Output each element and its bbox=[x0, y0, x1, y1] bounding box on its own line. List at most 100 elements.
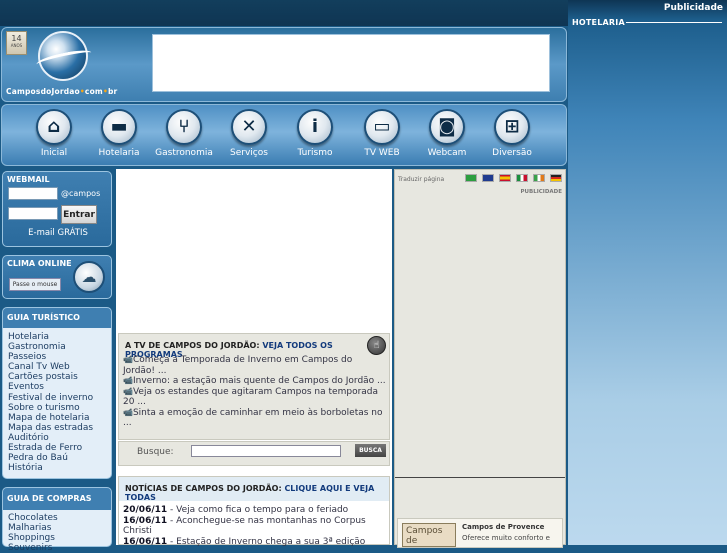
weather-hover-button[interactable]: Passe o mouse bbox=[9, 278, 61, 291]
list-item[interactable]: Mapa de hotelaria bbox=[8, 413, 93, 423]
list-item[interactable]: Canal Tv Web bbox=[8, 362, 93, 372]
weather-box: CLIMA ONLINE Passe o mouse ☁ bbox=[2, 255, 112, 299]
list-item[interactable]: Mapa das estradas bbox=[8, 423, 93, 433]
search-button[interactable]: BUSCA bbox=[355, 444, 386, 457]
translate-label: Traduzir página bbox=[398, 176, 445, 183]
list-item[interactable]: Passeios bbox=[8, 352, 93, 362]
tv-program-list: 📹Começa a Temporada de Inverno em Campos… bbox=[123, 355, 387, 429]
nav-label: Hotelaria bbox=[98, 148, 140, 158]
anniversary-badge: 14 ANOS bbox=[6, 31, 27, 55]
flag-spain-icon[interactable] bbox=[499, 174, 511, 182]
news-heading: NOTÍCIAS DE CAMPOS DO JORDÃO: CLIQUE AQU… bbox=[119, 477, 389, 502]
badge-text: ANOS bbox=[10, 43, 23, 48]
webmail-title: WEBMAIL bbox=[7, 175, 50, 184]
news-text: - Veja como fica o tempo para o feriado bbox=[170, 505, 349, 515]
tv-programs-box: A TV DE CAMPOS DO JORDÃO: VEJA TODOS OS … bbox=[118, 333, 390, 440]
nav-label: Diversão bbox=[492, 148, 532, 158]
list-item[interactable]: Eventos bbox=[8, 382, 93, 392]
tv-item-text: Começa a Temporada de Inverno em Campos … bbox=[123, 355, 353, 376]
webmail-login-button[interactable]: Entrar bbox=[61, 205, 97, 224]
flag-brazil-icon[interactable] bbox=[465, 174, 477, 182]
nav-webcam[interactable]: ◙ Webcam bbox=[415, 109, 479, 158]
nav-label: TV WEB bbox=[364, 148, 400, 158]
guia-turistico-title: GUIA TURÍSTICO bbox=[7, 313, 80, 322]
nav-diversao[interactable]: ⊞ Diversão bbox=[480, 109, 544, 158]
news-text: - Estação de Inverno chega a sua 3ª ediç… bbox=[170, 536, 366, 547]
video-camera-icon: 📹 bbox=[123, 355, 133, 364]
guia-turistico-box: GUIA TURÍSTICO Hotelaria Gastronomia Pas… bbox=[2, 307, 112, 479]
info-icon: i bbox=[297, 109, 333, 145]
list-item[interactable]: Malharias bbox=[8, 523, 58, 533]
gamepad-icon: ⊞ bbox=[494, 109, 530, 145]
nav-gastronomia[interactable]: ⑂ Gastronomia bbox=[152, 109, 216, 158]
flag-germany-icon[interactable] bbox=[550, 174, 562, 182]
nav-turismo[interactable]: i Turismo bbox=[283, 109, 347, 158]
nav-hotelaria[interactable]: ▬ Hotelaria bbox=[87, 109, 151, 158]
list-item[interactable]: 📹Sinta a emoção de caminhar em meio às b… bbox=[123, 408, 387, 429]
list-item[interactable]: Auditório bbox=[8, 433, 93, 443]
nav-inicial[interactable]: ⌂ Inicial bbox=[22, 109, 86, 158]
list-item[interactable]: 📹Inverno: a estação mais quente de Campo… bbox=[123, 376, 387, 387]
nav-label: Turismo bbox=[297, 148, 333, 158]
globe-logo-icon[interactable] bbox=[38, 31, 88, 81]
list-item[interactable]: Estrada de Ferro bbox=[8, 443, 93, 453]
tv-icon: ▭ bbox=[364, 109, 400, 145]
campos-de-provence-logo: Campos de Provence bbox=[402, 523, 456, 547]
bed-icon: ▬ bbox=[101, 109, 137, 145]
guia-turistico-list: Hotelaria Gastronomia Passeios Canal Tv … bbox=[8, 332, 93, 473]
list-item[interactable]: Shoppings bbox=[8, 533, 58, 543]
hotelaria-label[interactable]: HOTELARIA bbox=[572, 18, 625, 27]
header-banner[interactable] bbox=[152, 34, 550, 92]
tv-heading-text: A TV DE CAMPOS DO JORDÃO: bbox=[125, 341, 260, 350]
news-date: 16/06/11 bbox=[123, 515, 168, 526]
guia-compras-box: GUIA DE COMPRAS Chocolates Malharias Sho… bbox=[2, 487, 112, 553]
tv-item-text: Veja os estandes que agitaram Campos na … bbox=[123, 386, 379, 408]
nav-tv-web[interactable]: ▭ TV WEB bbox=[350, 109, 414, 158]
list-item[interactable]: 📹Começa a Temporada de Inverno em Campos… bbox=[123, 355, 387, 376]
flag-italy-icon[interactable] bbox=[516, 174, 528, 182]
list-item[interactable]: 16/06/11 - Estação de Inverno chega a su… bbox=[123, 537, 387, 548]
list-item[interactable]: Gastronomia bbox=[8, 342, 93, 352]
news-list: 20/06/11 - Veja como fica o tempo para o… bbox=[123, 505, 387, 547]
list-item[interactable]: Sobre o turismo bbox=[8, 403, 93, 413]
guia-compras-list: Chocolates Malharias Shoppings Souvenirs bbox=[8, 513, 58, 553]
hotel-ad-card[interactable]: Campos de Provence Campos de Provence Of… bbox=[397, 518, 563, 548]
list-item[interactable]: 16/06/11 - Aconchegue-se nas montanhas n… bbox=[123, 516, 387, 537]
search-input[interactable] bbox=[191, 445, 341, 457]
logo-text-a: CamposdoJordao bbox=[6, 87, 80, 96]
list-item[interactable]: 📹Veja os estandes que agitaram Campos na… bbox=[123, 387, 387, 408]
main-navigation: ⌂ Inicial ▬ Hotelaria ⑂ Gastronomia ✕ Serviç… bbox=[1, 104, 567, 166]
nav-label: Inicial bbox=[40, 148, 68, 158]
left-sidebar: WEBMAIL @campos Entrar E-mail GRÁTIS CLI… bbox=[0, 169, 114, 553]
list-item[interactable]: Cartões postais bbox=[8, 372, 93, 382]
nav-servicos[interactable]: ✕ Serviços bbox=[217, 109, 281, 158]
list-item[interactable]: Hotelaria bbox=[8, 332, 93, 342]
list-item[interactable]: Chocolates bbox=[8, 513, 58, 523]
cutlery-icon: ⑂ bbox=[166, 109, 202, 145]
divider bbox=[395, 477, 565, 478]
ad-title: Campos de Provence bbox=[462, 523, 545, 531]
video-camera-icon: 📹 bbox=[123, 407, 133, 417]
email-password-input[interactable] bbox=[8, 207, 58, 220]
list-item[interactable]: Pedra do Baú bbox=[8, 453, 93, 463]
news-date: 20/06/11 bbox=[123, 505, 168, 515]
advertising-sidebar: Publicidade HOTELARIA bbox=[568, 0, 727, 545]
hand-pointer-icon[interactable]: ☝ bbox=[367, 336, 386, 355]
list-item[interactable]: 20/06/11 - Veja como fica o tempo para o… bbox=[123, 505, 387, 516]
list-item[interactable]: Festival de inverno bbox=[8, 393, 93, 403]
weather-cloud-icon[interactable]: ☁ bbox=[73, 261, 105, 293]
ad-description: Oferece muito conforto e bbox=[462, 534, 550, 542]
divider bbox=[626, 22, 722, 23]
flag-ireland-icon[interactable] bbox=[533, 174, 545, 182]
email-user-input[interactable] bbox=[8, 187, 58, 200]
free-email-link[interactable]: E-mail GRÁTIS bbox=[3, 228, 113, 238]
search-label: Busque: bbox=[137, 447, 174, 457]
flag-uk-icon[interactable] bbox=[482, 174, 494, 182]
site-header: 14 ANOS CamposdoJordao•com•br bbox=[1, 27, 567, 102]
news-heading-text: NOTÍCIAS DE CAMPOS DO JORDÃO: bbox=[125, 484, 282, 493]
list-item[interactable]: História bbox=[8, 463, 93, 473]
site-logo-text[interactable]: CamposdoJordao•com•br bbox=[6, 87, 117, 96]
logo-text-c: br bbox=[107, 87, 118, 96]
email-domain-suffix: @campos bbox=[61, 189, 101, 198]
publicidade-small-label: PUBLICIDADE bbox=[520, 189, 562, 195]
